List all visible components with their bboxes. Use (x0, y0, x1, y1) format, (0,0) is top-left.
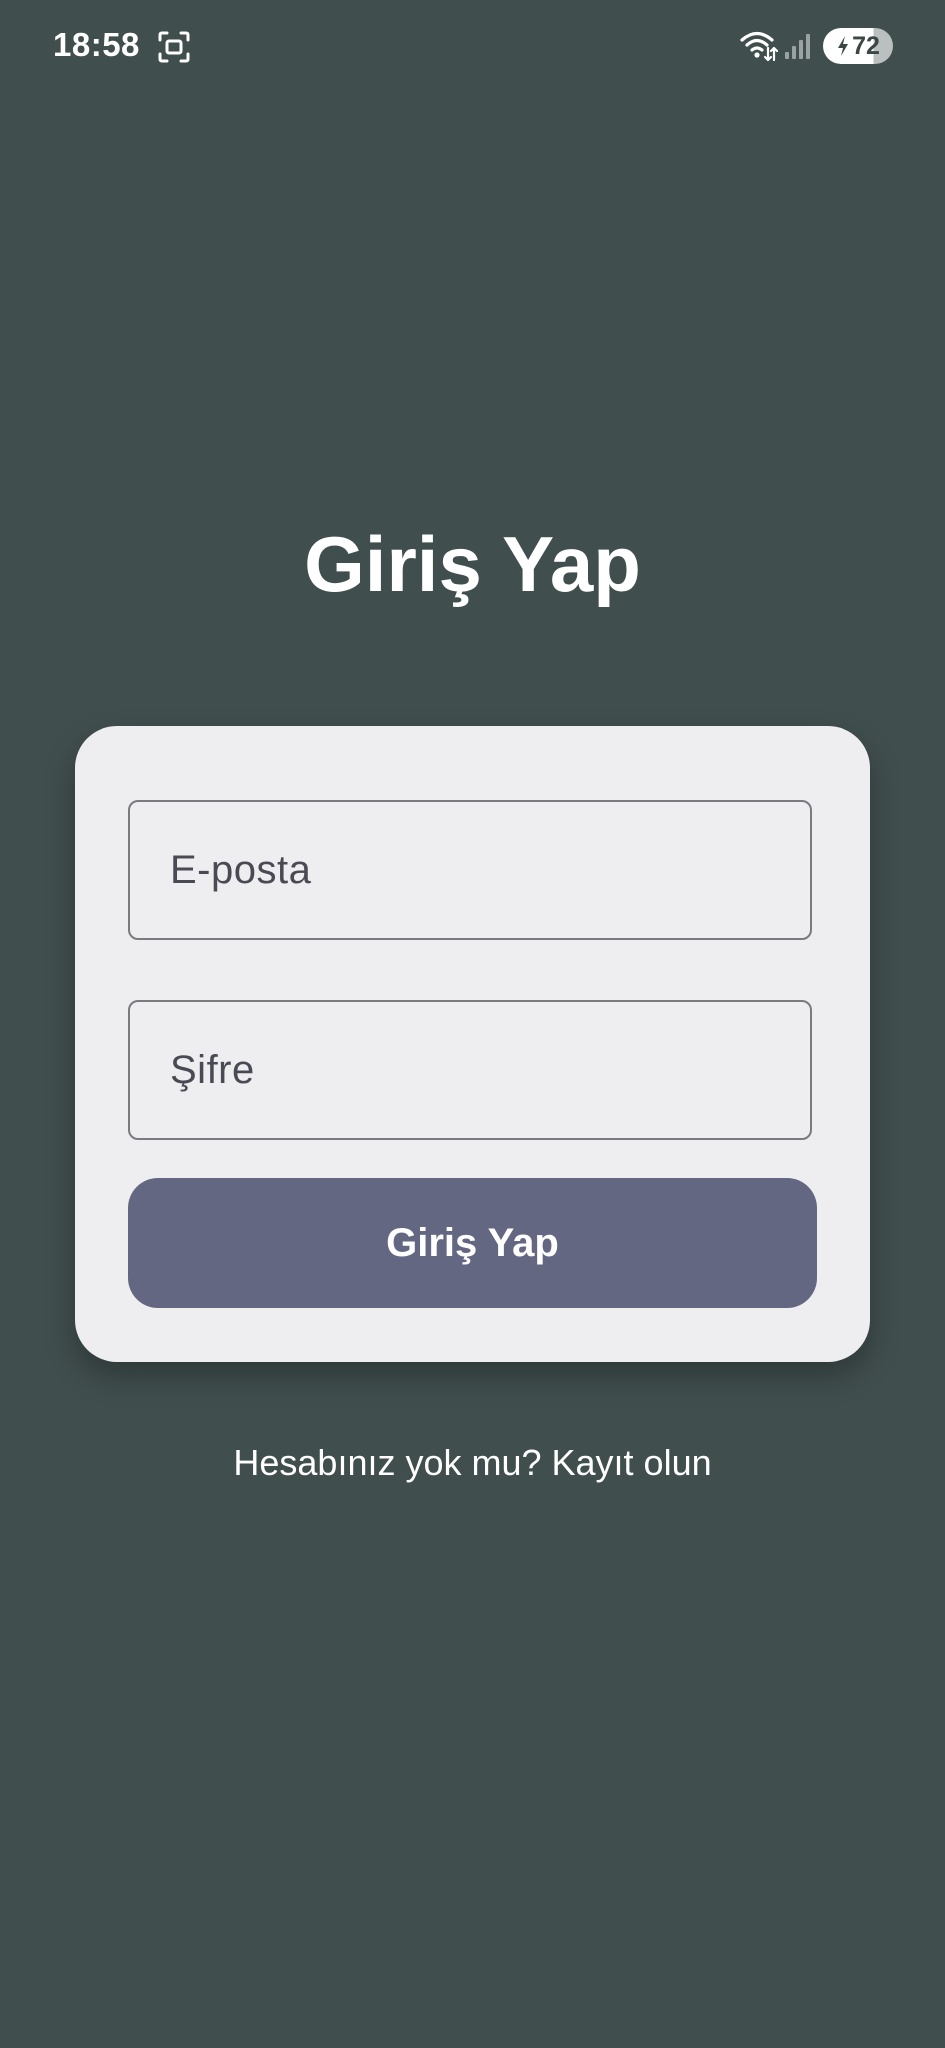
email-placeholder: E-posta (170, 847, 312, 892)
signal-icon (785, 34, 810, 59)
password-placeholder: Şifre (170, 1047, 255, 1092)
password-field[interactable]: Şifre (128, 1000, 812, 1140)
login-button[interactable]: Giriş Yap (128, 1178, 817, 1308)
email-field[interactable]: E-posta (128, 800, 812, 940)
register-link[interactable]: Hesabınız yok mu? Kayıt olun (0, 1442, 945, 1484)
battery-level: 72 (852, 31, 880, 60)
wifi-icon (740, 31, 778, 62)
status-time: 18:58 (53, 26, 140, 63)
battery-charging-icon (838, 36, 849, 56)
screenshot-icon (158, 31, 190, 63)
status-bar: 18:58 72 (0, 0, 945, 92)
login-card: E-posta Şifre Giriş Yap (75, 726, 870, 1362)
page-title: Giriş Yap (304, 520, 641, 608)
battery-indicator: 72 (823, 28, 893, 64)
